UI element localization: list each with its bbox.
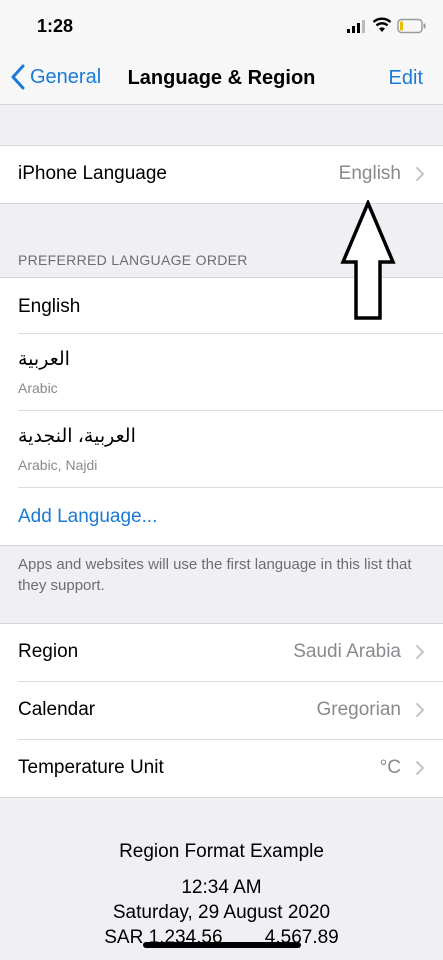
calendar-value: Gregorian: [316, 699, 402, 720]
calendar-label: Calendar: [18, 699, 96, 720]
region-label: Region: [18, 641, 79, 662]
navigation-bar: General Language & Region Edit: [0, 52, 443, 105]
region-row[interactable]: Region Saudi Arabia: [0, 624, 443, 682]
region-value: Saudi Arabia: [293, 641, 401, 662]
cellular-signal-icon: [347, 20, 365, 33]
page-title: Language & Region: [127, 67, 316, 89]
status-bar: 1:28: [0, 0, 443, 52]
language-subtitle: Arabic, Najdi: [18, 457, 98, 473]
language-name: العربية: [18, 349, 70, 370]
language-row-arabic-najdi[interactable]: العربية، النجدية Arabic, Najdi: [0, 411, 443, 488]
home-indicator[interactable]: [143, 942, 301, 948]
iphone-language-label: iPhone Language: [18, 163, 167, 184]
region-format-title: Region Format Example: [119, 841, 324, 862]
battery-icon: [397, 18, 426, 34]
calendar-row[interactable]: Calendar Gregorian: [0, 682, 443, 740]
chevron-right-icon: [416, 703, 424, 717]
add-language-button[interactable]: Add Language...: [18, 506, 157, 528]
language-name: العربية، النجدية: [18, 426, 136, 447]
format-example-date: Saturday, 29 August 2020: [112, 902, 331, 923]
wifi-icon: [372, 17, 392, 32]
language-footer-note: Apps and websites will use the first lan…: [18, 556, 412, 594]
edit-button[interactable]: Edit: [389, 67, 423, 90]
chevron-right-icon: [416, 645, 424, 659]
temperature-unit-label: Temperature Unit: [18, 757, 164, 778]
language-row-arabic[interactable]: العربية Arabic: [0, 334, 443, 411]
language-subtitle: Arabic: [18, 380, 58, 396]
iphone-language-row[interactable]: iPhone Language English: [0, 146, 443, 203]
temperature-unit-value: °C: [379, 757, 401, 778]
iphone-language-value: English: [338, 163, 401, 184]
language-name: English: [18, 296, 81, 317]
add-language-row[interactable]: Add Language...: [0, 488, 443, 545]
chevron-right-icon: [416, 167, 424, 181]
status-time: 1:28: [37, 16, 74, 36]
iphone-language-group: iPhone Language English: [0, 145, 443, 204]
up-arrow-annotation-icon: [340, 200, 396, 320]
chevron-right-icon: [416, 761, 424, 775]
region-settings-group: Region Saudi Arabia Calendar Gregorian T…: [0, 623, 443, 798]
temperature-unit-row[interactable]: Temperature Unit °C: [0, 740, 443, 797]
preferred-language-header: PREFERRED LANGUAGE ORDER: [18, 252, 248, 268]
format-example-time: 12:34 AM: [181, 877, 262, 898]
